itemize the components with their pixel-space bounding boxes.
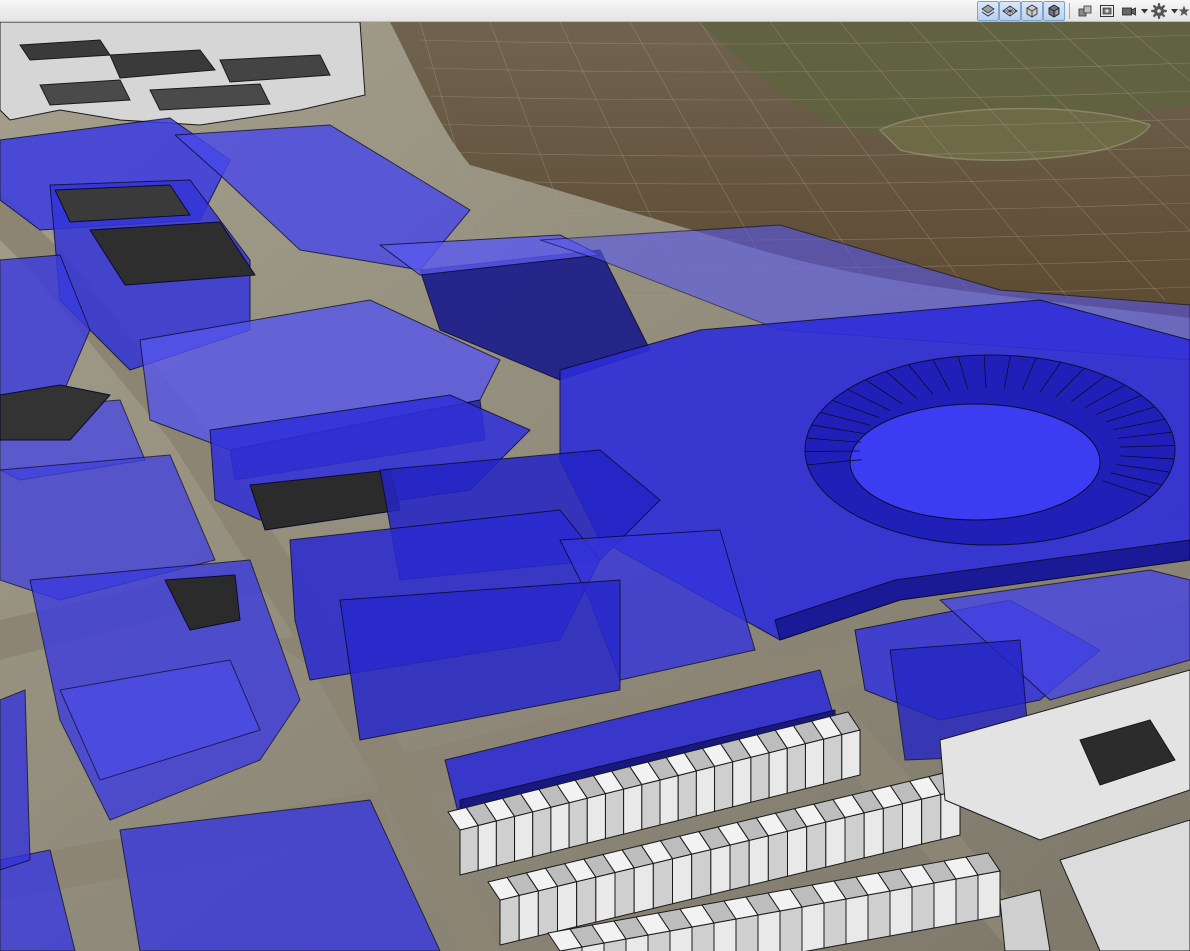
townhouse (804, 738, 825, 790)
townhouse (933, 878, 957, 929)
townhouse (729, 839, 750, 891)
toolbar-separator (1069, 3, 1070, 19)
townhouse (844, 812, 865, 864)
townhouse (672, 853, 693, 905)
townhouse (633, 862, 654, 914)
townhouse (921, 793, 942, 845)
townhouse (532, 806, 552, 858)
townhouse (806, 821, 827, 873)
townhouse (748, 835, 769, 887)
townhouse (841, 729, 861, 781)
townhouse (977, 870, 1001, 921)
top-toolbar (0, 0, 1190, 22)
townhouse (691, 848, 712, 900)
textured-box-icon (1046, 3, 1062, 19)
townhouse (768, 747, 788, 799)
screenshot-button[interactable] (1096, 1, 1118, 21)
chevron-down-icon (1140, 8, 1148, 14)
townhouse (614, 867, 635, 919)
townhouse (889, 886, 913, 937)
gear-icon (1151, 3, 1167, 19)
townhouse (732, 756, 752, 808)
townhouse (750, 752, 770, 803)
townhouse (604, 788, 625, 840)
townhouse (713, 918, 737, 951)
townhouse (459, 824, 479, 876)
townhouse (825, 816, 846, 868)
townhouse (652, 858, 673, 909)
townhouse (863, 807, 884, 859)
video-camera-button[interactable] (1118, 1, 1140, 21)
settings-dropdown[interactable] (1170, 1, 1178, 21)
townhouse (659, 774, 679, 826)
townhouse (518, 890, 539, 942)
townhouse (595, 871, 616, 923)
video-camera-dropdown[interactable] (1140, 1, 1148, 21)
townhouse (867, 890, 891, 941)
townhouse (911, 882, 935, 933)
city-scene (0, 22, 1190, 951)
townhouse (710, 844, 731, 896)
townhouse (779, 906, 803, 951)
townhouse (823, 733, 843, 785)
townhouse (568, 797, 588, 849)
townhouse (786, 742, 806, 794)
camera-frame-icon (1099, 3, 1115, 19)
townhouse (550, 802, 570, 853)
townhouse (695, 765, 716, 817)
star-icon (1178, 4, 1190, 18)
townhouse (882, 803, 903, 854)
layer-view-button[interactable] (977, 1, 999, 21)
favorites-button[interactable] (1178, 1, 1190, 21)
townhouse (557, 881, 578, 932)
townhouse (677, 770, 697, 822)
scene-objects-button[interactable] (1074, 1, 1096, 21)
3d-viewport[interactable] (0, 22, 1190, 951)
grid-view-icon (1002, 3, 1018, 19)
townhouse (477, 820, 497, 872)
video-camera-icon (1121, 3, 1137, 19)
townhouse (576, 876, 597, 928)
townhouse (495, 815, 516, 867)
townhouse (787, 826, 808, 877)
townhouse (767, 830, 788, 882)
solid-box-icon (1024, 3, 1040, 19)
townhouse (735, 914, 759, 951)
textured-box-button[interactable] (1043, 1, 1065, 21)
townhouse (537, 885, 558, 937)
townhouse (714, 761, 734, 813)
solid-box-button[interactable] (1021, 1, 1043, 21)
view-tools-group (977, 0, 1190, 22)
grid-view-button[interactable] (999, 1, 1021, 21)
townhouse (845, 894, 869, 945)
stadium-field (849, 403, 1101, 521)
townhouse (586, 792, 606, 844)
scene-objects-icon (1077, 3, 1093, 19)
app-window (0, 0, 1190, 951)
townhouse (499, 894, 520, 946)
chevron-down-icon (1170, 8, 1178, 14)
stand-section (805, 450, 861, 452)
townhouse (955, 874, 979, 925)
townhouse (823, 898, 847, 949)
townhouse (514, 811, 534, 863)
townhouse (801, 902, 825, 951)
townhouse (902, 798, 923, 850)
townhouse (623, 783, 643, 835)
townhouse (757, 910, 781, 951)
settings-button[interactable] (1148, 1, 1170, 21)
townhouse (691, 922, 715, 951)
layer-view-icon (980, 3, 996, 19)
townhouse (641, 779, 661, 831)
